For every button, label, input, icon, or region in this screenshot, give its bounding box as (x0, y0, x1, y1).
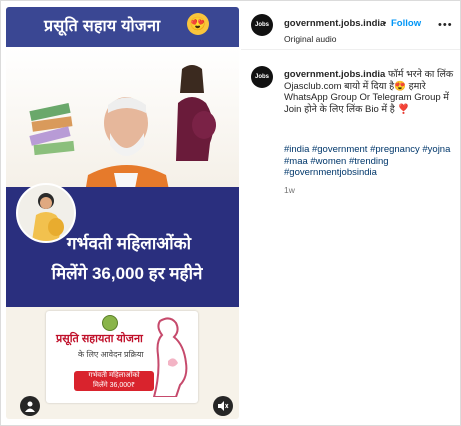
more-options-icon[interactable]: ••• (438, 19, 453, 31)
header-divider (241, 49, 460, 50)
pill-line-2: मिलेंगे 36,000₹ (92, 382, 136, 389)
pill-line-1: गर्भवती महिलाओंको (88, 372, 140, 379)
post-media[interactable]: प्रसूति सहाय योजना 😍 गर्भवती महिलाओंको म… (6, 7, 239, 419)
post-username[interactable]: government.jobs.india (284, 18, 385, 29)
hashtags[interactable]: #india #government #pregnancy #yojna #ma… (284, 144, 454, 179)
audio-link[interactable]: Original audio (284, 34, 336, 44)
mute-button[interactable] (213, 396, 233, 416)
scheme-card-title: प्रसूति सहायता योजना (56, 333, 143, 345)
heart-icon: ❣️ (397, 103, 410, 115)
pregnant-silhouette-icon (152, 317, 188, 397)
user-icon (25, 401, 35, 412)
heart-eyes-emoji: 😍 (187, 13, 209, 35)
caption-avatar[interactable]: Jobs India (251, 66, 273, 102)
tagged-users-button[interactable] (20, 396, 40, 416)
state-emblem-icon (102, 315, 118, 331)
banner-title: प्रसूति सहाय योजना (44, 18, 161, 35)
follow-button[interactable]: Follow (391, 18, 421, 29)
scheme-card: प्रसूति सहायता योजना के लिए आवेदन प्रक्र… (46, 311, 198, 403)
scheme-card-subtitle: के लिए आवेदन प्रक्रिया (78, 350, 144, 359)
separator-dot: • (383, 18, 387, 29)
avatar[interactable]: Jobs India (251, 14, 273, 50)
headline-line-2: मिलेंगे 36,000 हर महीने (51, 264, 203, 283)
caption-username[interactable]: government.jobs.india (284, 69, 385, 80)
post-caption: government.jobs.india फॉर्म भरने का लिंक… (284, 69, 454, 115)
post-timestamp[interactable]: 1w (284, 185, 295, 195)
scheme-card-pill: गर्भवती महिलाओंको मिलेंगे 36,000₹ (74, 371, 154, 391)
top-banner: प्रसूति सहाय योजना 😍 (6, 7, 239, 47)
headline-line-1: गर्भवती महिलाओंको (66, 234, 192, 253)
pregnant-woman-photo (176, 65, 216, 161)
post-frame: प्रसूति सहाय योजना 😍 गर्भवती महिलाओंको म… (0, 0, 461, 426)
media-photo-area (6, 47, 239, 235)
speaker-muted-icon (218, 401, 229, 411)
